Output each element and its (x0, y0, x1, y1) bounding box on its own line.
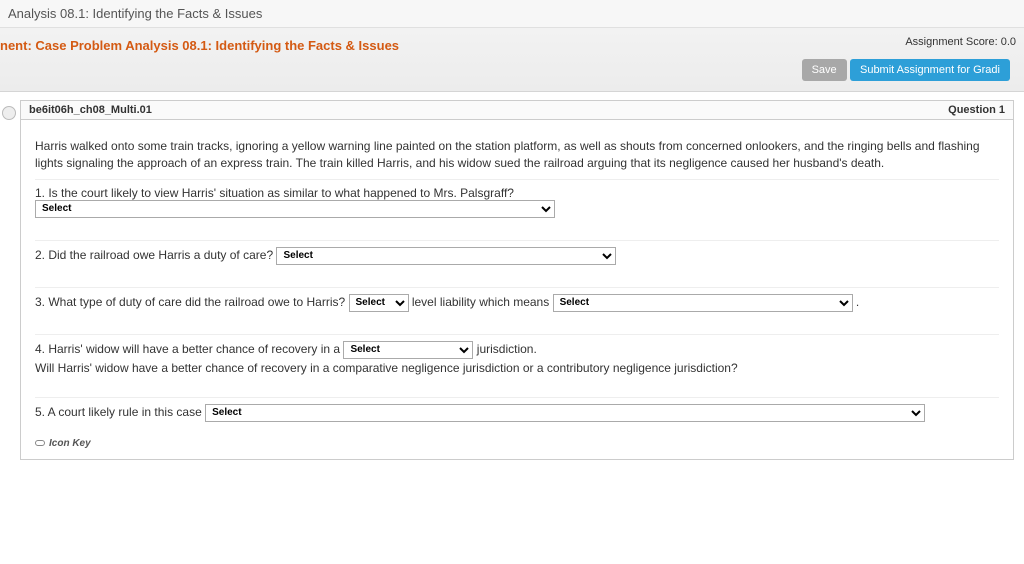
assignment-title: nent: Case Problem Analysis 08.1: Identi… (0, 38, 399, 53)
page-top-strip: Analysis 08.1: Identifying the Facts & I… (0, 0, 1024, 28)
page-title: Analysis 08.1: Identifying the Facts & I… (8, 6, 262, 21)
q4-text-b: jurisdiction. (477, 342, 537, 356)
q2-select[interactable]: Select (276, 247, 616, 265)
q4-select[interactable]: Select (343, 341, 473, 359)
q5-select[interactable]: Select (205, 404, 925, 422)
q4-subtext: Will Harris' widow have a better chance … (35, 361, 999, 375)
question-5-row: 5. A court likely rule in this case Sele… (35, 397, 999, 432)
assignment-bar: nent: Case Problem Analysis 08.1: Identi… (0, 28, 1024, 92)
q1-select[interactable]: Select (35, 200, 555, 218)
question-3-row: 3. What type of duty of care did the rai… (35, 287, 999, 334)
question-4-row: 4. Harris' widow will have a better chan… (35, 334, 999, 397)
icon-key-label: Icon Key (49, 438, 91, 449)
q2-text: 2. Did the railroad owe Harris a duty of… (35, 248, 273, 262)
prev-question-icon[interactable] (2, 106, 16, 120)
question-code: be6it06h_ch08_Multi.01 (29, 104, 152, 116)
question-header: be6it06h_ch08_Multi.01 Question 1 (20, 100, 1014, 119)
icon-key[interactable]: Icon Key (35, 432, 999, 449)
assignment-buttons: Save Submit Assignment for Gradi (0, 59, 1014, 81)
key-icon (35, 440, 45, 446)
q3-text-a: 3. What type of duty of care did the rai… (35, 295, 345, 309)
q5-text: 5. A court likely rule in this case (35, 405, 202, 419)
q1-text: 1. Is the court likely to view Harris' s… (35, 186, 514, 200)
q3-text-b: level liability which means (412, 295, 549, 309)
question-number: Question 1 (948, 104, 1005, 116)
q3-trail: . (856, 295, 859, 309)
scenario-text: Harris walked onto some train tracks, ig… (35, 138, 999, 173)
question-card: Harris walked onto some train tracks, ig… (20, 119, 1014, 460)
assignment-score: Assignment Score: 0.0 (905, 36, 1016, 48)
question-2-row: 2. Did the railroad owe Harris a duty of… (35, 240, 999, 287)
save-button[interactable]: Save (802, 59, 847, 81)
submit-button[interactable]: Submit Assignment for Gradi (850, 59, 1010, 81)
q3-select-1[interactable]: Select (349, 294, 409, 312)
question-1-row: 1. Is the court likely to view Harris' s… (35, 179, 999, 240)
q3-select-2[interactable]: Select (553, 294, 853, 312)
q4-text-a: 4. Harris' widow will have a better chan… (35, 342, 340, 356)
